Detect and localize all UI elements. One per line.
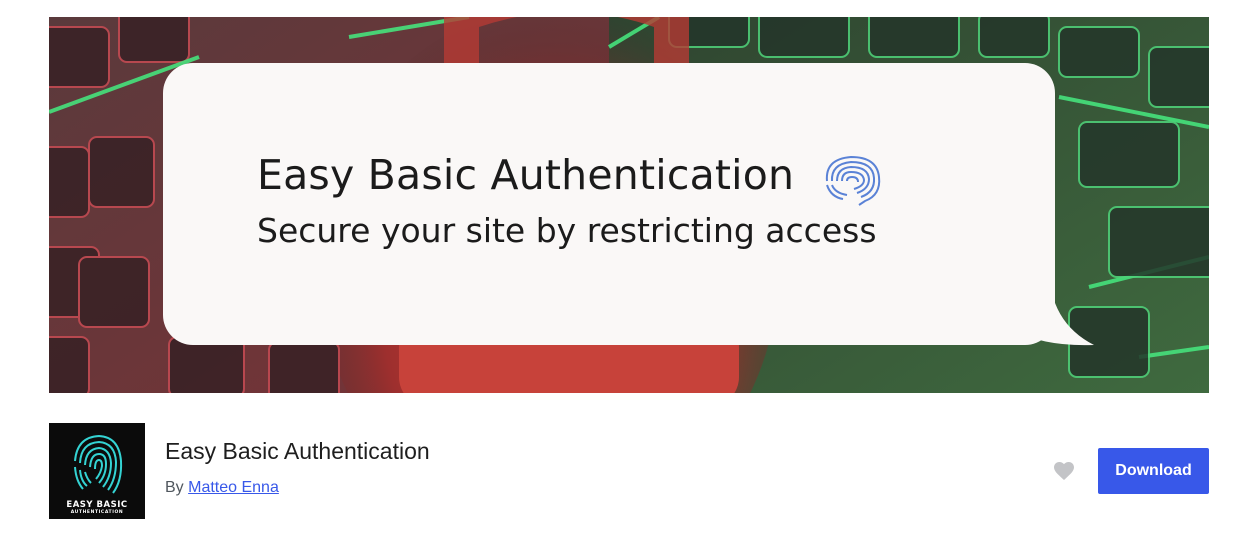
icon-text-line1: EASY BASIC: [66, 500, 128, 510]
author-link[interactable]: Matteo Enna: [188, 479, 279, 496]
banner-speech-bubble: [163, 63, 1055, 345]
icon-text-line2: AUTHENTICATION: [70, 510, 124, 515]
plugin-byline: By Matteo Enna: [165, 479, 279, 497]
banner-subtitle: Secure your site by restricting access: [257, 211, 877, 250]
heart-icon: [1054, 462, 1074, 480]
favorite-button[interactable]: [1052, 459, 1076, 483]
by-label: By: [165, 479, 184, 496]
plugin-icon: EASY BASIC AUTHENTICATION: [49, 423, 145, 519]
fingerprint-brain-icon: [825, 155, 881, 206]
plugin-title: Easy Basic Authentication: [165, 438, 430, 464]
download-button[interactable]: Download: [1098, 448, 1209, 494]
plugin-banner: Easy Basic Authentication Secure your si…: [49, 17, 1209, 393]
bubble-tail: [1009, 267, 1094, 346]
banner-title: Easy Basic Authentication: [257, 151, 795, 199]
